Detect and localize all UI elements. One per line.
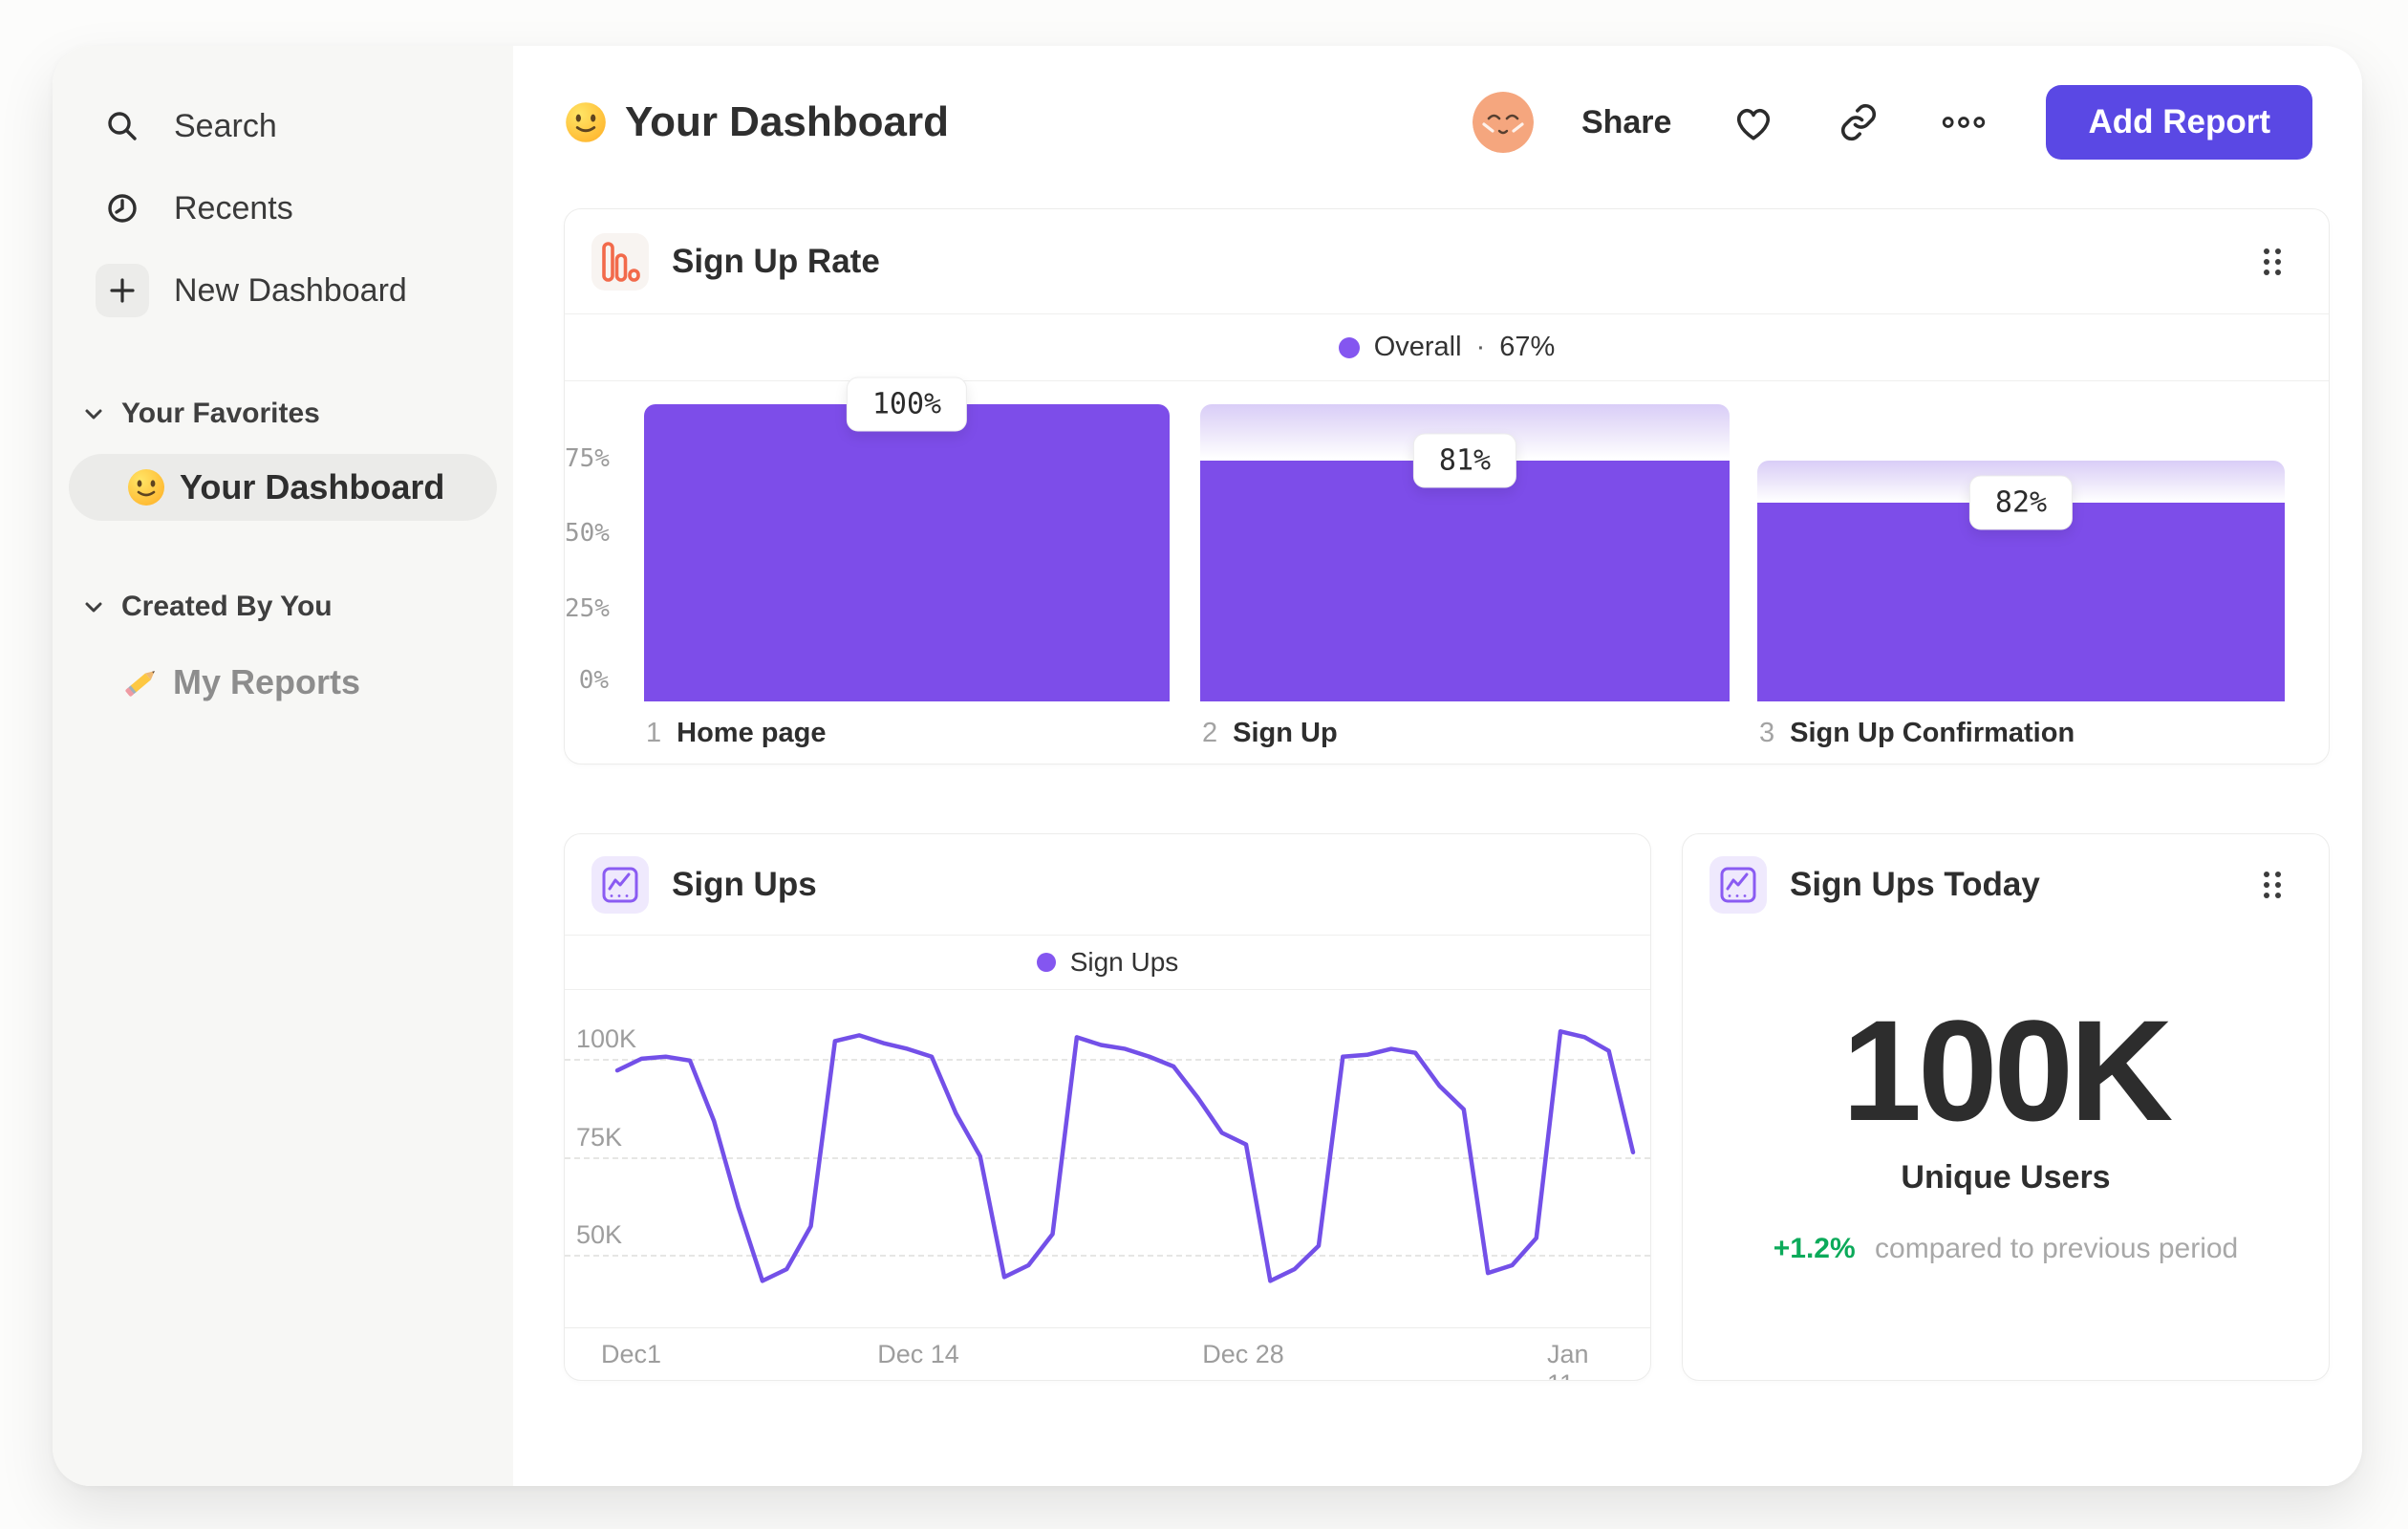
sidebar-item-search[interactable]: Search	[53, 90, 513, 162]
line-chart: 100K 75K 50K Dec1 Dec 14 Dec 28 Jan 11	[565, 990, 1650, 1380]
pencil-emoji-icon	[119, 661, 161, 703]
signups-line	[614, 1029, 1636, 1283]
sidebar-item-label: Search	[174, 107, 277, 144]
metric-value: 100K	[1841, 990, 2174, 1151]
plus-icon	[96, 264, 149, 317]
step-index: 1	[646, 718, 662, 748]
section-label: Your Favorites	[121, 398, 320, 429]
metric-label: Unique Users	[1901, 1159, 2111, 1195]
line-legend[interactable]: Sign Ups	[565, 936, 1650, 990]
section-label: Created By You	[121, 591, 333, 622]
y-axis-tick: 0%	[578, 666, 609, 695]
x-axis-tick: Dec 14	[877, 1340, 959, 1368]
card-header: Sign Ups	[565, 834, 1650, 936]
card-title: Sign Up Rate	[672, 242, 880, 280]
legend-separator: ·	[1475, 332, 1486, 362]
card-header: Sign Ups Today	[1683, 834, 2329, 936]
metric-delta: +1.2% compared to previous period	[1683, 1233, 2329, 1265]
funnel-tooltip-1: 100%	[846, 377, 968, 432]
y-axis-tick: 75%	[565, 444, 610, 473]
legend-dot	[1338, 336, 1360, 358]
sign-ups-card: Sign Ups Sign Ups 100K 75K 50K Dec1 Dec …	[564, 833, 1651, 1381]
x-axis-tick: Jan 11	[1547, 1340, 1589, 1380]
chevron-down-icon	[81, 594, 106, 619]
line-chart-icon	[1709, 856, 1767, 914]
sidebar-item-label: My Reports	[173, 662, 361, 701]
sidebar-item-label: New Dashboard	[174, 271, 407, 309]
step-name: Sign Up	[1233, 718, 1338, 748]
x-axis-tick: Dec 28	[1202, 1340, 1284, 1368]
step-name: Sign Up Confirmation	[1790, 718, 2075, 748]
dashboard-content: Sign Up Rate Overall · 67% 75% 50% 25% 0…	[564, 46, 2330, 1486]
sidebar-item-label: Recents	[174, 189, 293, 226]
clock-icon	[96, 182, 149, 235]
step-name: Home page	[677, 718, 827, 748]
step-index: 3	[1759, 718, 1775, 748]
funnel-tooltip-3: 82%	[1968, 475, 2074, 530]
y-axis-tick: 25%	[565, 594, 610, 623]
sidebar-section-created-by-you[interactable]: Created By You	[53, 588, 513, 626]
smiley-emoji-icon	[126, 467, 166, 507]
funnel-tooltip-2: 81%	[1412, 433, 1517, 488]
drag-handle-icon[interactable]	[2258, 868, 2287, 902]
y-axis-tick: 50%	[565, 519, 610, 548]
search-icon	[96, 99, 149, 153]
funnel-bar-3[interactable]	[1757, 404, 2285, 701]
legend-label: Overall	[1373, 332, 1462, 362]
sign-ups-today-card: Sign Ups Today 100K Unique Users +1.2% c…	[1682, 833, 2330, 1381]
x-axis-tick: Dec1	[601, 1340, 662, 1368]
card-title: Sign Ups	[672, 865, 817, 903]
chevron-down-icon	[81, 401, 106, 426]
card-title: Sign Ups Today	[1790, 866, 2040, 903]
delta-note: compared to previous period	[1875, 1233, 2239, 1264]
legend-value: 67%	[1499, 332, 1556, 362]
delta-percent: +1.2%	[1773, 1233, 1856, 1264]
legend-dot	[1036, 953, 1056, 972]
sidebar-item-recents[interactable]: Recents	[53, 172, 513, 245]
app-window: Search Recents New Dashboard Your Favori…	[53, 46, 2362, 1486]
line-chart-icon	[591, 855, 649, 914]
card-header: Sign Up Rate	[565, 209, 2329, 314]
metric-block: 100K Unique Users +1.2% compared to prev…	[1683, 999, 2329, 1265]
sidebar-item-my-reports[interactable]: My Reports	[53, 647, 513, 718]
step-index: 2	[1202, 718, 1218, 748]
funnel-chart: 75% 50% 25% 0% 100% 81% 82% 1 Home page …	[565, 377, 2329, 764]
funnel-legend[interactable]: Overall · 67%	[565, 314, 2329, 381]
sidebar-section-your-favorites[interactable]: Your Favorites	[53, 395, 513, 433]
legend-label: Sign Ups	[1069, 947, 1179, 977]
drag-handle-icon[interactable]	[2258, 245, 2287, 279]
sidebar-item-your-dashboard[interactable]: Your Dashboard	[69, 454, 497, 521]
funnel-label-3: 3 Sign Up Confirmation	[1759, 718, 2075, 749]
signups-line-svg	[614, 1029, 1636, 1283]
sidebar-item-label: Your Dashboard	[180, 467, 445, 506]
sidebar-item-new-dashboard[interactable]: New Dashboard	[53, 254, 513, 327]
sign-up-rate-card: Sign Up Rate Overall · 67% 75% 50% 25% 0…	[564, 208, 2330, 764]
funnel-label-2: 2 Sign Up	[1202, 718, 1338, 749]
main-area: Your Dashboard Share Add Report Sign Up …	[513, 46, 2362, 1486]
funnel-bar-1[interactable]	[644, 404, 1170, 701]
bar-chart-icon	[591, 232, 649, 291]
sidebar: Search Recents New Dashboard Your Favori…	[53, 46, 513, 1486]
funnel-label-1: 1 Home page	[646, 718, 826, 749]
